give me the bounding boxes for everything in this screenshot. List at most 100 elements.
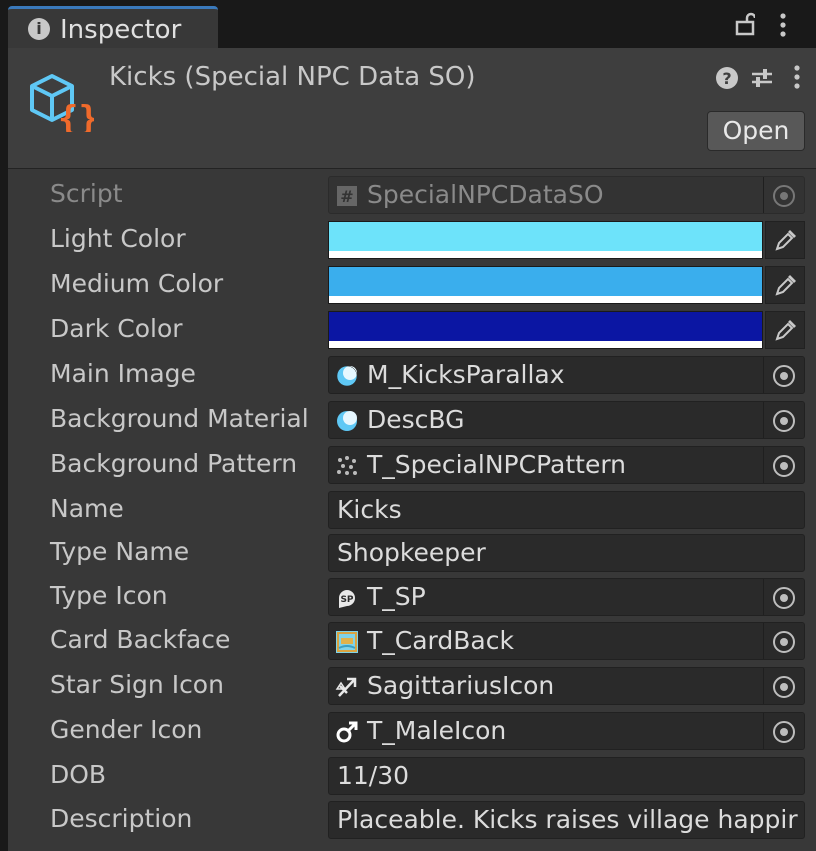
field-label: Type Icon xyxy=(50,581,168,610)
open-button[interactable]: Open xyxy=(707,111,805,151)
help-icon[interactable]: ? xyxy=(715,66,739,90)
row-name: Name Kicks xyxy=(8,491,816,531)
field-label: Script xyxy=(50,179,123,208)
object-picker-button[interactable] xyxy=(763,623,804,659)
inspector-panel: {} Kicks (Special NPC Data SO) ? Open Sc… xyxy=(8,48,816,851)
field-label: Gender Icon xyxy=(50,715,203,744)
object-picker-button[interactable] xyxy=(763,579,804,615)
lock-icon[interactable] xyxy=(735,12,755,36)
field-label: Star Sign Icon xyxy=(50,670,224,699)
dark-color-field[interactable] xyxy=(328,311,763,349)
field-value: T_MaleIcon xyxy=(367,716,507,745)
row-gender-icon: Gender Icon T_MaleIcon xyxy=(8,712,816,752)
field-label: Card Backface xyxy=(50,625,231,654)
material-icon xyxy=(337,411,357,431)
field-value: DescBG xyxy=(367,405,465,434)
field-value: Kicks xyxy=(337,495,402,524)
tab-title: Inspector xyxy=(60,15,182,45)
medium-color-field[interactable] xyxy=(328,266,763,304)
eyedropper-icon xyxy=(775,275,796,296)
gender-icon-field[interactable]: T_MaleIcon xyxy=(328,712,805,750)
row-background-pattern: Background Pattern T_SpecialNPCPattern xyxy=(8,446,816,486)
scriptable-object-icon: {} xyxy=(30,74,94,132)
row-medium-color: Medium Color xyxy=(8,266,816,306)
row-script: Script # SpecialNPCDataSO xyxy=(8,176,816,216)
color-swatch xyxy=(329,222,762,251)
field-label: Dark Color xyxy=(50,314,183,343)
kebab-menu-icon[interactable] xyxy=(778,12,788,38)
field-value: SagittariusIcon xyxy=(367,671,555,700)
card-backface-field[interactable]: T_CardBack xyxy=(328,622,805,660)
row-type-name: Type Name Shopkeeper xyxy=(8,534,816,574)
description-input[interactable]: Placeable. Kicks raises village happir xyxy=(328,801,805,839)
field-value: Placeable. Kicks raises village happir xyxy=(337,805,798,834)
tab-inspector[interactable]: i Inspector xyxy=(8,6,218,48)
csharp-script-icon: # xyxy=(337,186,357,206)
sagittarius-icon xyxy=(335,677,357,697)
inspector-header: {} Kicks (Special NPC Data SO) ? Open xyxy=(8,48,816,169)
field-label: Medium Color xyxy=(50,269,224,298)
preset-sliders-icon[interactable] xyxy=(750,66,774,90)
dob-input[interactable]: 11/30 xyxy=(328,757,805,795)
row-star-sign-icon: Star Sign Icon SagittariusIcon xyxy=(8,667,816,707)
object-picker-button xyxy=(763,177,804,213)
field-label: Main Image xyxy=(50,359,196,388)
row-type-icon: Type Icon SP T_SP xyxy=(8,578,816,618)
type-icon-field[interactable]: SP T_SP xyxy=(328,578,805,616)
script-field: # SpecialNPCDataSO xyxy=(328,176,805,214)
row-background-material: Background Material DescBG xyxy=(8,401,816,441)
background-material-field[interactable]: DescBG xyxy=(328,401,805,439)
color-swatch xyxy=(329,312,762,341)
light-color-field[interactable] xyxy=(328,221,763,259)
svg-text:SP: SP xyxy=(340,595,353,605)
field-label: Name xyxy=(50,494,124,523)
object-picker-button[interactable] xyxy=(763,668,804,704)
field-value: T_SpecialNPCPattern xyxy=(367,450,627,479)
type-name-input[interactable]: Shopkeeper xyxy=(328,534,805,572)
background-pattern-field[interactable]: T_SpecialNPCPattern xyxy=(328,446,805,484)
material-icon xyxy=(336,365,358,387)
object-picker-button[interactable] xyxy=(763,357,804,393)
field-label: Description xyxy=(50,804,193,833)
main-image-field[interactable]: M_KicksParallax xyxy=(328,356,805,394)
card-texture-icon xyxy=(336,631,358,653)
row-main-image: Main Image M_KicksParallax xyxy=(8,356,816,396)
field-value: T_CardBack xyxy=(367,626,514,655)
field-label: DOB xyxy=(50,760,107,789)
eyedropper-button[interactable] xyxy=(765,221,805,259)
row-card-backface: Card Backface T_CardBack xyxy=(8,622,816,662)
svg-text:?: ? xyxy=(722,69,731,88)
field-value: M_KicksParallax xyxy=(367,360,565,389)
svg-text:{}: {} xyxy=(58,99,94,132)
eyedropper-button[interactable] xyxy=(765,266,805,304)
field-label: Background Material xyxy=(50,404,309,433)
object-picker-button[interactable] xyxy=(763,447,804,483)
eyedropper-button[interactable] xyxy=(765,311,805,349)
field-value: 11/30 xyxy=(337,761,410,790)
sp-sprite-icon: SP xyxy=(339,590,355,608)
row-dob: DOB 11/30 xyxy=(8,757,816,797)
field-label: Light Color xyxy=(50,224,186,253)
row-dark-color: Dark Color xyxy=(8,311,816,351)
color-swatch xyxy=(329,267,762,296)
star-sign-icon-field[interactable]: SagittariusIcon xyxy=(328,667,805,705)
eyedropper-icon xyxy=(775,320,796,341)
object-picker-button[interactable] xyxy=(763,402,804,438)
row-light-color: Light Color xyxy=(8,221,816,261)
object-title: Kicks (Special NPC Data SO) xyxy=(109,62,476,92)
field-value: T_SP xyxy=(367,582,426,611)
kebab-menu-icon[interactable] xyxy=(792,64,802,90)
male-icon xyxy=(336,721,358,743)
name-input[interactable]: Kicks xyxy=(328,491,805,529)
object-picker-button[interactable] xyxy=(763,713,804,749)
field-label: Background Pattern xyxy=(50,449,298,478)
eyedropper-icon xyxy=(775,230,796,251)
field-value: Shopkeeper xyxy=(337,538,486,567)
field-label: Type Name xyxy=(50,537,190,566)
texture-icon xyxy=(337,456,357,475)
info-icon: i xyxy=(28,18,50,40)
row-description: Description Placeable. Kicks raises vill… xyxy=(8,801,816,841)
window-tab-bar: i Inspector xyxy=(0,0,816,48)
svg-text:#: # xyxy=(340,187,353,206)
field-value: SpecialNPCDataSO xyxy=(367,180,604,209)
